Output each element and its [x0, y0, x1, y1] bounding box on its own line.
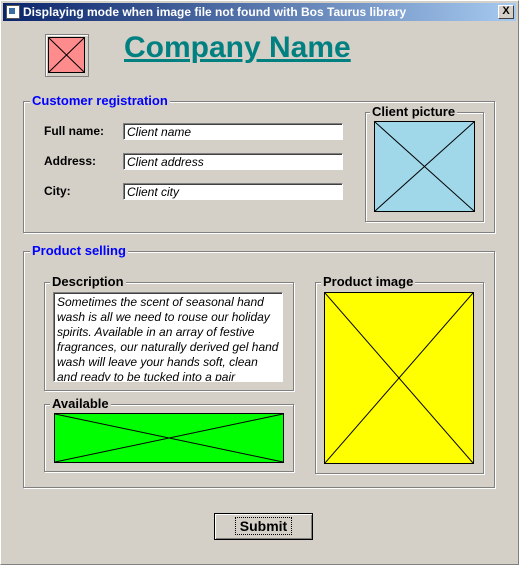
description-textarea[interactable]: Sometimes the scent of seasonal hand was…: [53, 292, 283, 382]
product-selling-title: Product selling: [30, 243, 128, 258]
product-image[interactable]: [324, 292, 474, 464]
submit-button-label: Submit: [234, 517, 293, 535]
address-field[interactable]: Client address: [123, 153, 343, 170]
app-icon: [6, 5, 20, 19]
logo-placeholder-image: [48, 37, 85, 73]
window-title: Displaying mode when image file not foun…: [23, 5, 407, 19]
submit-button[interactable]: Submit: [214, 513, 313, 540]
city-field[interactable]: Client city: [123, 183, 343, 200]
description-title: Description: [50, 274, 126, 289]
available-image[interactable]: [54, 413, 284, 463]
company-name-link[interactable]: Company Name: [124, 31, 351, 65]
available-title: Available: [50, 396, 111, 411]
address-label: Address:: [44, 154, 97, 168]
app-window: Displaying mode when image file not foun…: [0, 0, 519, 565]
client-picture-image[interactable]: [374, 121, 475, 212]
full-name-label: Full name:: [44, 124, 105, 138]
customer-registration-title: Customer registration: [30, 93, 170, 108]
close-button[interactable]: X: [498, 5, 514, 19]
title-bar[interactable]: Displaying mode when image file not foun…: [3, 3, 516, 21]
product-image-title: Product image: [321, 274, 416, 289]
full-name-field[interactable]: Client name: [123, 123, 343, 140]
company-logo: [45, 34, 89, 77]
city-label: City:: [44, 184, 71, 198]
client-picture-title: Client picture: [370, 104, 458, 119]
